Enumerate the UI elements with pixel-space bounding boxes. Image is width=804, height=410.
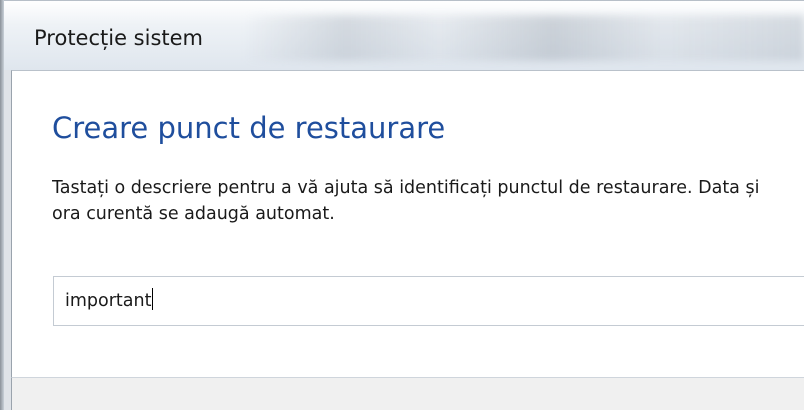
window-title: Protecție sistem (34, 26, 204, 50)
create-restore-point-window: Protecție sistem Creare punct de restaur… (0, 0, 804, 410)
input-value: important (65, 291, 152, 311)
dialog-description: Tastați o descriere pentru a vă ajuta să… (52, 175, 804, 227)
dialog-footer (11, 377, 804, 410)
dialog-content: Creare punct de restaurare Tastați o des… (11, 70, 804, 377)
blurred-background-tabs (244, 15, 804, 61)
description-line-2: ora curentă se adaugă automat. (52, 204, 335, 224)
description-line-1: Tastați o descriere pentru a vă ajuta să… (52, 178, 760, 198)
text-caret (152, 288, 154, 310)
title-bar[interactable]: Protecție sistem (4, 0, 804, 70)
input-value-wrapper: important (65, 288, 154, 311)
restore-point-description-input[interactable]: important (53, 276, 804, 326)
dialog-heading: Creare punct de restaurare (52, 111, 446, 145)
